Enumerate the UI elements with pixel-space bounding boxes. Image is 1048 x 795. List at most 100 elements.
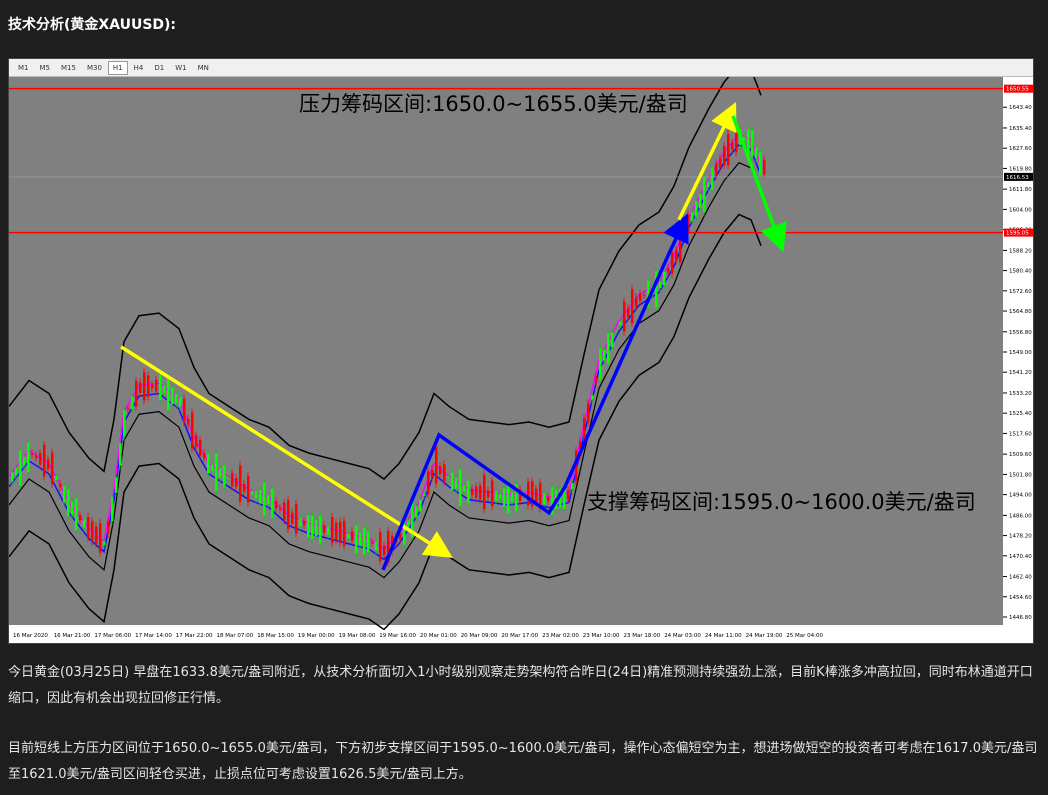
candle-body bbox=[119, 443, 122, 466]
candle-body bbox=[31, 453, 34, 455]
candle-body bbox=[123, 410, 126, 437]
y-tick-label: 1494.00 bbox=[1009, 493, 1032, 499]
candle-body bbox=[107, 521, 110, 534]
x-tick-label: 16 Mar 21:00 bbox=[54, 633, 91, 639]
x-tick-label: 24 Mar 03:00 bbox=[664, 633, 701, 639]
y-tick-label: 1541.20 bbox=[1009, 370, 1032, 376]
candle-body bbox=[223, 465, 226, 488]
candle-body bbox=[379, 532, 382, 561]
candle-body bbox=[283, 502, 286, 521]
y-tick-label: 1462.40 bbox=[1009, 575, 1032, 581]
candle-body bbox=[239, 465, 242, 502]
y-tick-label: 1454.60 bbox=[1009, 595, 1032, 601]
timeframe-button-h4[interactable]: H4 bbox=[129, 61, 149, 75]
candle-body bbox=[175, 393, 178, 404]
candle-body bbox=[511, 492, 514, 503]
candle-body bbox=[343, 520, 346, 546]
candle-body bbox=[375, 541, 378, 551]
candle-body bbox=[59, 483, 62, 487]
candle-body bbox=[319, 515, 322, 544]
candle-body bbox=[351, 531, 354, 541]
x-tick-label: 19 Mar 16:00 bbox=[379, 633, 416, 639]
y-tick-label: 1619.80 bbox=[1009, 166, 1032, 172]
timeframe-button-w1[interactable]: W1 bbox=[170, 61, 191, 75]
candle-body bbox=[691, 211, 694, 221]
y-tick-label: 1643.40 bbox=[1009, 105, 1032, 111]
candle-body bbox=[603, 349, 606, 361]
candle-body bbox=[611, 332, 614, 347]
candle-body bbox=[315, 520, 318, 536]
x-tick-label: 25 Mar 04:00 bbox=[786, 633, 823, 639]
candle-body bbox=[431, 469, 434, 478]
candle-body bbox=[95, 526, 98, 544]
price-level-tag-label: 1650.55 bbox=[1006, 87, 1029, 93]
timeframe-button-m5[interactable]: M5 bbox=[35, 61, 56, 75]
candle-body bbox=[671, 251, 674, 274]
timeframe-button-d1[interactable]: D1 bbox=[149, 61, 169, 75]
y-tick-label: 1525.40 bbox=[1009, 411, 1032, 417]
candle-body bbox=[715, 163, 718, 176]
x-tick-label: 24 Mar 19:00 bbox=[746, 633, 783, 639]
candle-body bbox=[479, 485, 482, 500]
candle-body bbox=[607, 333, 610, 364]
candle-body bbox=[527, 481, 530, 506]
candle-body bbox=[687, 214, 690, 234]
candle-body bbox=[463, 485, 466, 492]
timeframe-button-h1[interactable]: H1 bbox=[107, 60, 128, 75]
chart-canvas: 1643.40 1635.40 1627.60 1619.80 1611.80 1604.… bbox=[9, 77, 1033, 643]
candle-body bbox=[499, 493, 502, 499]
candle-body bbox=[439, 466, 442, 474]
candle-body bbox=[703, 177, 706, 212]
y-tick-label: 1509.60 bbox=[1009, 452, 1032, 458]
y-tick-label: 1572.60 bbox=[1009, 289, 1032, 295]
candle-body bbox=[427, 471, 430, 495]
candle-body bbox=[595, 376, 598, 383]
timeframe-button-mn[interactable]: MN bbox=[193, 61, 214, 75]
candle-body bbox=[79, 515, 82, 521]
candle-body bbox=[275, 501, 278, 509]
y-tick-label: 1478.20 bbox=[1009, 534, 1032, 540]
candle-body bbox=[235, 477, 238, 487]
timeframe-button-m30[interactable]: M30 bbox=[82, 61, 107, 75]
candle-body bbox=[631, 288, 634, 324]
y-tick-label: 1627.60 bbox=[1009, 146, 1032, 152]
candle-body bbox=[231, 472, 234, 487]
candle-body bbox=[591, 394, 594, 400]
candle-body bbox=[199, 439, 202, 456]
candle-body bbox=[507, 483, 510, 514]
candle-body bbox=[383, 545, 386, 556]
candle-body bbox=[67, 489, 70, 516]
candle-body bbox=[155, 379, 158, 392]
support-annotation: 支撑筹码区间:1595.0~1600.0美元/盎司 bbox=[587, 490, 976, 514]
candle-body bbox=[215, 453, 218, 491]
y-tick-label: 1486.00 bbox=[1009, 513, 1032, 519]
candle-body bbox=[139, 382, 142, 393]
candle-body bbox=[723, 145, 726, 166]
x-tick-label: 20 Mar 17:00 bbox=[501, 633, 538, 639]
candle-body bbox=[243, 483, 246, 492]
current-price-tag-label: 1616.53 bbox=[1006, 175, 1029, 181]
y-tick-label: 1635.40 bbox=[1009, 126, 1032, 132]
candle-body bbox=[615, 330, 618, 332]
candle-body bbox=[99, 523, 102, 553]
candle-body bbox=[331, 516, 334, 544]
candle-body bbox=[311, 515, 314, 540]
candle-body bbox=[75, 498, 78, 531]
candle-body bbox=[487, 490, 490, 498]
candle-body bbox=[127, 408, 130, 410]
candle-body bbox=[419, 499, 422, 512]
candle-body bbox=[347, 533, 350, 539]
candle-body bbox=[303, 521, 306, 526]
candle-body bbox=[451, 472, 454, 491]
candle-body bbox=[407, 520, 410, 528]
timeframe-button-m15[interactable]: M15 bbox=[56, 61, 81, 75]
timeframe-button-m1[interactable]: M1 bbox=[13, 61, 34, 75]
x-tick-label: 20 Mar 01:00 bbox=[420, 633, 457, 639]
candle-body bbox=[683, 232, 686, 238]
candle-body bbox=[63, 486, 66, 503]
y-tick-label: 1588.20 bbox=[1009, 248, 1032, 254]
x-tick-label: 20 Mar 09:00 bbox=[461, 633, 498, 639]
candle-body bbox=[55, 475, 58, 481]
candle-body bbox=[467, 480, 470, 504]
candle-body bbox=[623, 301, 626, 332]
